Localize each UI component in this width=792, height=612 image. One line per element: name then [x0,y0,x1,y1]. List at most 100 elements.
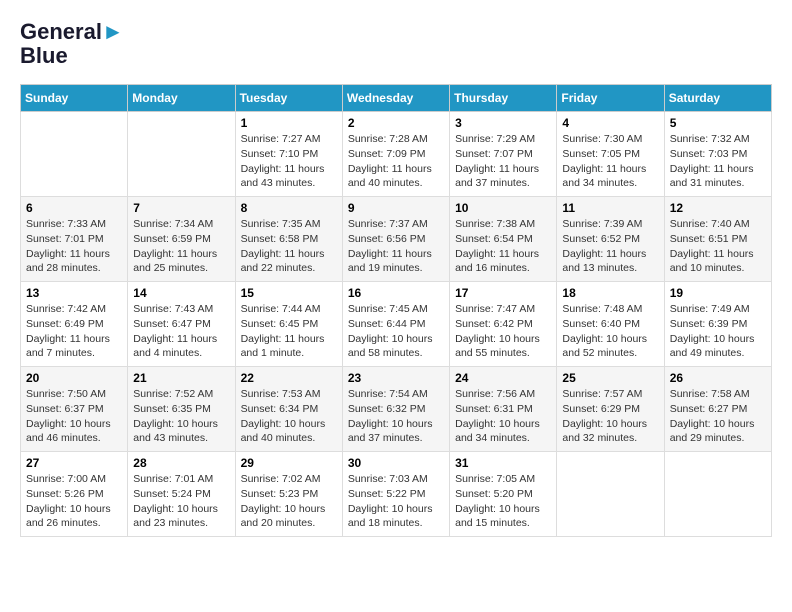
calendar-week-row: 6 Sunrise: 7:33 AM Sunset: 7:01 PM Daylig… [21,197,772,282]
calendar-week-row: 20 Sunrise: 7:50 AM Sunset: 6:37 PM Dayli… [21,367,772,452]
calendar-day-8: 8 Sunrise: 7:35 AM Sunset: 6:58 PM Daylig… [235,197,342,282]
calendar-day-30: 30 Sunrise: 7:03 AM Sunset: 5:22 PM Dayli… [342,452,449,537]
calendar-week-row: 27 Sunrise: 7:00 AM Sunset: 5:26 PM Dayli… [21,452,772,537]
day-info: Sunrise: 7:34 AM Sunset: 6:59 PM Dayligh… [133,217,229,276]
calendar-day-26: 26 Sunrise: 7:58 AM Sunset: 6:27 PM Dayli… [664,367,771,452]
day-info: Sunrise: 7:49 AM Sunset: 6:39 PM Dayligh… [670,302,766,361]
day-number: 22 [241,371,337,385]
day-number: 27 [26,456,122,470]
calendar-day-22: 22Sunrise: 7:53 AM Sunset: 6:34 PM Dayli… [235,367,342,452]
calendar-day-28: 28 Sunrise: 7:01 AM Sunset: 5:24 PM Dayli… [128,452,235,537]
calendar-day-17: 17 Sunrise: 7:47 AM Sunset: 6:42 PM Dayli… [450,282,557,367]
day-info: Sunrise: 7:27 AM Sunset: 7:10 PM Dayligh… [241,132,337,191]
day-number: 17 [455,286,551,300]
calendar-day-4: 4 Sunrise: 7:30 AM Sunset: 7:05 PM Daylig… [557,112,664,197]
calendar-day-3: 3 Sunrise: 7:29 AM Sunset: 7:07 PM Daylig… [450,112,557,197]
day-number: 7 [133,201,229,215]
day-info: Sunrise: 7:35 AM Sunset: 6:58 PM Dayligh… [241,217,337,276]
day-number: 16 [348,286,444,300]
day-info: Sunrise: 7:29 AM Sunset: 7:07 PM Dayligh… [455,132,551,191]
day-number: 25 [562,371,658,385]
calendar-day-1: 1 Sunrise: 7:27 AM Sunset: 7:10 PM Daylig… [235,112,342,197]
day-number: 3 [455,116,551,130]
calendar-day-29: 29 Sunrise: 7:02 AM Sunset: 5:23 PM Dayli… [235,452,342,537]
day-info: Sunrise: 7:58 AM Sunset: 6:27 PM Dayligh… [670,387,766,446]
calendar-day-7: 7 Sunrise: 7:34 AM Sunset: 6:59 PM Daylig… [128,197,235,282]
day-info: Sunrise: 7:28 AM Sunset: 7:09 PM Dayligh… [348,132,444,191]
calendar-day-27: 27 Sunrise: 7:00 AM Sunset: 5:26 PM Dayli… [21,452,128,537]
calendar-day-15: 15 Sunrise: 7:44 AM Sunset: 6:45 PM Dayli… [235,282,342,367]
calendar-day-16: 16 Sunrise: 7:45 AM Sunset: 6:44 PM Dayli… [342,282,449,367]
weekday-header-wednesday: Wednesday [342,85,449,112]
day-info: Sunrise: 7:48 AM Sunset: 6:40 PM Dayligh… [562,302,658,361]
empty-day-cell [128,112,235,197]
day-number: 21 [133,371,229,385]
day-info: Sunrise: 7:32 AM Sunset: 7:03 PM Dayligh… [670,132,766,191]
day-number: 11 [562,201,658,215]
day-info: Sunrise: 7:44 AM Sunset: 6:45 PM Dayligh… [241,302,337,361]
day-info: Sunrise: 7:30 AM Sunset: 7:05 PM Dayligh… [562,132,658,191]
day-number: 1 [241,116,337,130]
day-number: 6 [26,201,122,215]
day-info: Sunrise: 7:00 AM Sunset: 5:26 PM Dayligh… [26,472,122,531]
day-number: 8 [241,201,337,215]
empty-day-cell [557,452,664,537]
day-info: Sunrise: 7:03 AM Sunset: 5:22 PM Dayligh… [348,472,444,531]
day-number: 23 [348,371,444,385]
day-info: Sunrise: 7:57 AM Sunset: 6:29 PM Dayligh… [562,387,658,446]
weekday-header-thursday: Thursday [450,85,557,112]
calendar-day-21: 21Sunrise: 7:52 AM Sunset: 6:35 PM Dayli… [128,367,235,452]
calendar-day-13: 13 Sunrise: 7:42 AM Sunset: 6:49 PM Dayli… [21,282,128,367]
weekday-header-monday: Monday [128,85,235,112]
calendar-day-23: 23Sunrise: 7:54 AM Sunset: 6:32 PM Dayli… [342,367,449,452]
page-header: General►Blue [20,20,772,68]
day-info: Sunrise: 7:33 AM Sunset: 7:01 PM Dayligh… [26,217,122,276]
day-info: Sunrise: 7:01 AM Sunset: 5:24 PM Dayligh… [133,472,229,531]
day-number: 18 [562,286,658,300]
day-info: Sunrise: 7:45 AM Sunset: 6:44 PM Dayligh… [348,302,444,361]
day-number: 9 [348,201,444,215]
day-number: 24 [455,371,551,385]
day-info: Sunrise: 7:40 AM Sunset: 6:51 PM Dayligh… [670,217,766,276]
calendar-day-19: 19 Sunrise: 7:49 AM Sunset: 6:39 PM Dayli… [664,282,771,367]
logo: General►Blue [20,20,124,68]
calendar-day-2: 2 Sunrise: 7:28 AM Sunset: 7:09 PM Daylig… [342,112,449,197]
calendar-day-9: 9 Sunrise: 7:37 AM Sunset: 6:56 PM Daylig… [342,197,449,282]
day-info: Sunrise: 7:05 AM Sunset: 5:20 PM Dayligh… [455,472,551,531]
day-info: Sunrise: 7:38 AM Sunset: 6:54 PM Dayligh… [455,217,551,276]
day-number: 28 [133,456,229,470]
calendar-day-25: 25 Sunrise: 7:57 AM Sunset: 6:29 PM Dayli… [557,367,664,452]
calendar-week-row: 1 Sunrise: 7:27 AM Sunset: 7:10 PM Daylig… [21,112,772,197]
day-info: Sunrise: 7:02 AM Sunset: 5:23 PM Dayligh… [241,472,337,531]
day-number: 26 [670,371,766,385]
day-info: Sunrise: 7:37 AM Sunset: 6:56 PM Dayligh… [348,217,444,276]
calendar-day-10: 10 Sunrise: 7:38 AM Sunset: 6:54 PM Dayli… [450,197,557,282]
weekday-header-row: SundayMondayTuesdayWednesdayThursdayFrid… [21,85,772,112]
day-number: 10 [455,201,551,215]
day-number: 19 [670,286,766,300]
day-number: 20 [26,371,122,385]
day-info: Sunrise: 7:50 AM Sunset: 6:37 PM Dayligh… [26,387,122,446]
day-number: 12 [670,201,766,215]
calendar-day-31: 31Sunrise: 7:05 AM Sunset: 5:20 PM Dayli… [450,452,557,537]
logo-text: General►Blue [20,20,124,68]
day-number: 15 [241,286,337,300]
empty-day-cell [21,112,128,197]
day-number: 2 [348,116,444,130]
calendar-day-6: 6 Sunrise: 7:33 AM Sunset: 7:01 PM Daylig… [21,197,128,282]
calendar-day-12: 12 Sunrise: 7:40 AM Sunset: 6:51 PM Dayli… [664,197,771,282]
day-info: Sunrise: 7:43 AM Sunset: 6:47 PM Dayligh… [133,302,229,361]
day-info: Sunrise: 7:47 AM Sunset: 6:42 PM Dayligh… [455,302,551,361]
day-number: 30 [348,456,444,470]
day-info: Sunrise: 7:39 AM Sunset: 6:52 PM Dayligh… [562,217,658,276]
calendar-day-20: 20 Sunrise: 7:50 AM Sunset: 6:37 PM Dayli… [21,367,128,452]
empty-day-cell [664,452,771,537]
weekday-header-tuesday: Tuesday [235,85,342,112]
day-number: 29 [241,456,337,470]
calendar-day-5: 5Sunrise: 7:32 AM Sunset: 7:03 PM Daylig… [664,112,771,197]
day-number: 4 [562,116,658,130]
calendar-week-row: 13 Sunrise: 7:42 AM Sunset: 6:49 PM Dayli… [21,282,772,367]
day-number: 13 [26,286,122,300]
day-info: Sunrise: 7:42 AM Sunset: 6:49 PM Dayligh… [26,302,122,361]
day-info: Sunrise: 7:56 AM Sunset: 6:31 PM Dayligh… [455,387,551,446]
